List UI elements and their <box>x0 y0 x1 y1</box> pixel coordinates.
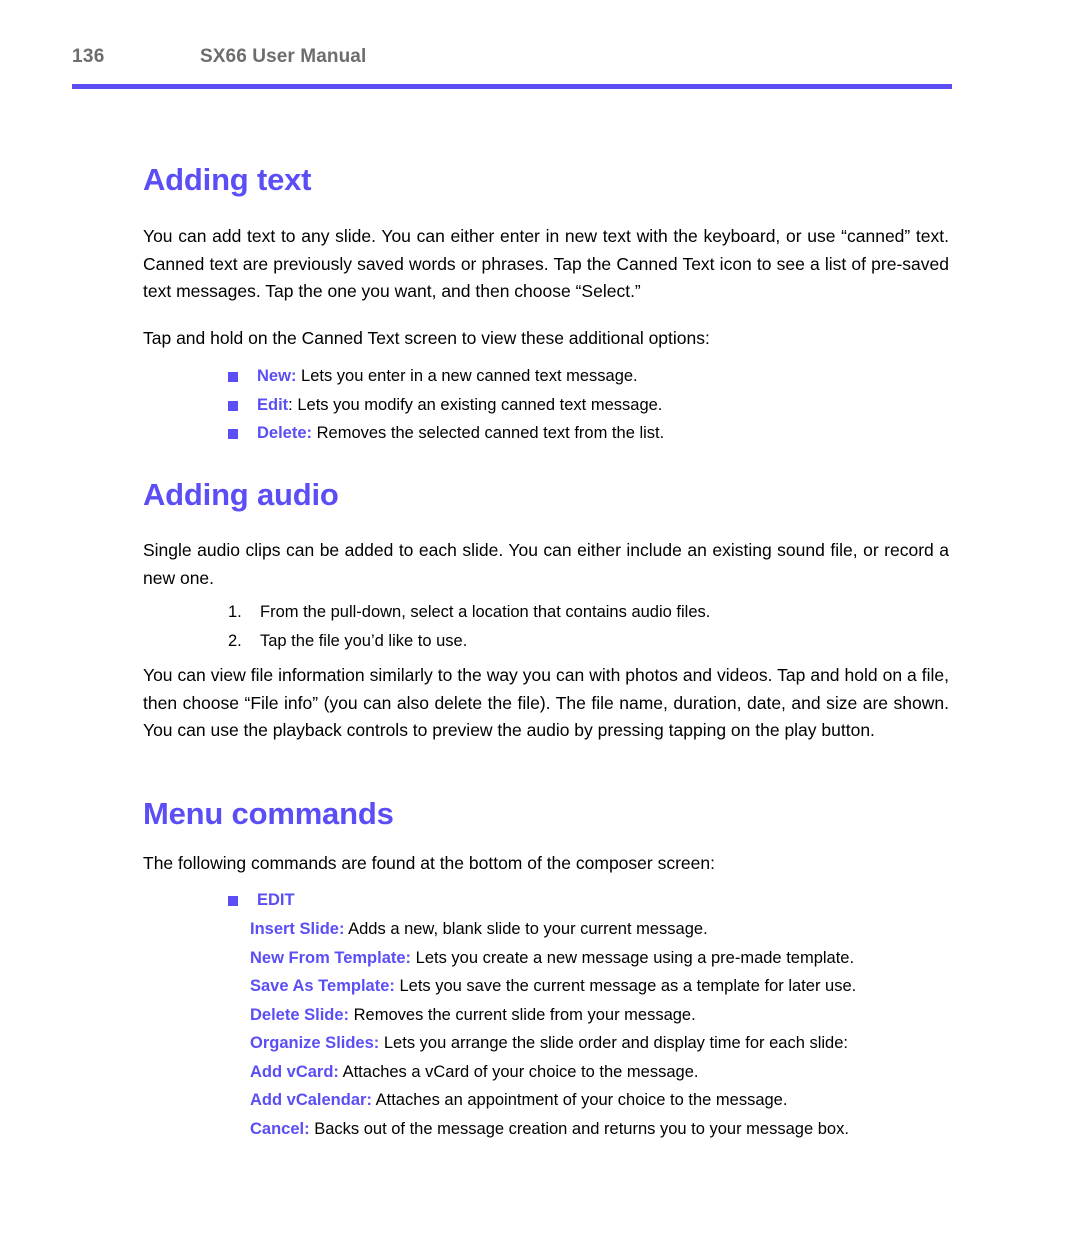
command-term: Add vCalendar: <box>250 1091 372 1109</box>
option-description: Lets you modify an existing canned text … <box>292 395 663 414</box>
page-header: 136 SX66 User Manual <box>72 46 952 80</box>
command-description: Attaches an appointment of your choice t… <box>371 1091 788 1109</box>
canned-text-options-list: New: Lets you enter in a new canned text… <box>228 362 948 448</box>
square-bullet-icon <box>228 372 238 382</box>
command-item: Delete Slide: Removes the current slide … <box>250 1001 1010 1030</box>
bullet-list: EDIT <box>228 886 948 915</box>
command-item: Insert Slide: Adds a new, blank slide to… <box>250 915 1010 944</box>
square-bullet-icon <box>228 429 238 439</box>
command-term: Save As Template: <box>250 977 395 995</box>
command-list: Insert Slide: Adds a new, blank slide to… <box>250 915 1010 1143</box>
command-item: Add vCalendar: Attaches an appointment o… <box>250 1086 1010 1115</box>
list-item: EDIT <box>228 886 948 915</box>
heading-adding-audio: Adding audio <box>143 477 339 512</box>
command-item: Organize Slides: Lets you arrange the sl… <box>250 1029 1010 1058</box>
edit-group: EDIT <box>228 886 948 915</box>
list-item: Delete: Removes the selected canned text… <box>228 419 948 448</box>
body-paragraph: You can add text to any slide. You can e… <box>143 226 949 301</box>
bullet-list: New: Lets you enter in a new canned text… <box>228 362 948 448</box>
step-number: 2. <box>228 631 242 650</box>
heading-menu-commands: Menu commands <box>143 796 394 831</box>
command-item: New From Template: Lets you create a new… <box>250 944 1010 973</box>
section-adding-text: Adding text <box>143 162 949 197</box>
paragraph-file-info: You can view file information similarly … <box>143 662 949 745</box>
command-item: Cancel: Backs out of the message creatio… <box>250 1115 1010 1144</box>
command-description: Lets you create a new message using a pr… <box>411 948 855 967</box>
document-page: 136 SX66 User Manual Adding text You can… <box>0 0 1080 1259</box>
audio-steps-list: 1. From the pull-down, select a location … <box>228 598 948 655</box>
command-description: Backs out of the message creation and re… <box>309 1119 849 1138</box>
section-menu-commands: Menu commands <box>143 796 949 831</box>
command-term: Add vCard: <box>250 1062 339 1081</box>
command-description: Removes the current slide from your mess… <box>349 1005 696 1024</box>
paragraph-adding-text: You can add text to any slide. You can e… <box>143 223 949 306</box>
numbered-list: 1. From the pull-down, select a location … <box>228 598 948 655</box>
option-term: Edit <box>257 395 289 414</box>
list-item: 2. Tap the file you’d like to use. <box>228 627 948 656</box>
intro-canned-text-options: Tap and hold on the Canned Text screen t… <box>143 325 949 353</box>
list-item: Edit: Lets you modify an existing canned… <box>228 391 948 420</box>
command-item: Add vCard: Attaches a vCard of your choi… <box>250 1058 1010 1087</box>
command-description: Adds a new, blank slide to your current … <box>344 920 708 938</box>
command-description: Attaches a vCard of your choice to the m… <box>338 1062 699 1081</box>
option-description: Removes the selected canned text from th… <box>312 424 665 442</box>
manual-title: SX66 User Manual <box>200 46 367 67</box>
command-term: Cancel: <box>250 1119 310 1138</box>
command-term: Organize Slides: <box>250 1034 380 1052</box>
command-term: Insert Slide: <box>250 920 345 938</box>
body-paragraph: The following commands are found at the … <box>143 853 715 873</box>
option-term: Delete <box>257 424 307 442</box>
step-text: Tap the file you’d like to use. <box>260 631 468 650</box>
header-divider-rule <box>72 84 952 89</box>
command-item: Save As Template: Lets you save the curr… <box>250 972 1010 1001</box>
step-number: 1. <box>228 603 242 621</box>
section-adding-audio: Adding audio <box>143 477 949 512</box>
square-bullet-icon <box>228 400 238 411</box>
option-description: Lets you enter in a new canned text mess… <box>296 367 638 385</box>
command-description: Lets you arrange the slide order and dis… <box>379 1034 848 1052</box>
option-term: New <box>257 367 291 385</box>
list-item: 1. From the pull-down, select a location … <box>228 598 948 627</box>
paragraph-adding-audio: Single audio clips can be added to each … <box>143 537 949 592</box>
intro-menu-commands: The following commands are found at the … <box>143 850 949 878</box>
command-term: New From Template: <box>250 948 412 967</box>
page-number: 136 <box>72 46 105 67</box>
body-paragraph: You can view file information similarly … <box>143 665 949 740</box>
edit-group-label: EDIT <box>257 891 295 909</box>
heading-adding-text: Adding text <box>143 162 312 197</box>
command-term: Delete Slide: <box>250 1005 350 1024</box>
body-paragraph: Single audio clips can be added to each … <box>143 540 949 588</box>
body-paragraph: Tap and hold on the Canned Text screen t… <box>143 328 710 348</box>
square-bullet-icon <box>228 896 238 906</box>
list-item: New: Lets you enter in a new canned text… <box>228 362 948 391</box>
command-description: Lets you save the current message as a t… <box>394 977 857 995</box>
menu-command-list-container: Insert Slide: Adds a new, blank slide to… <box>250 915 1010 1143</box>
step-text: From the pull-down, select a location th… <box>260 603 711 621</box>
